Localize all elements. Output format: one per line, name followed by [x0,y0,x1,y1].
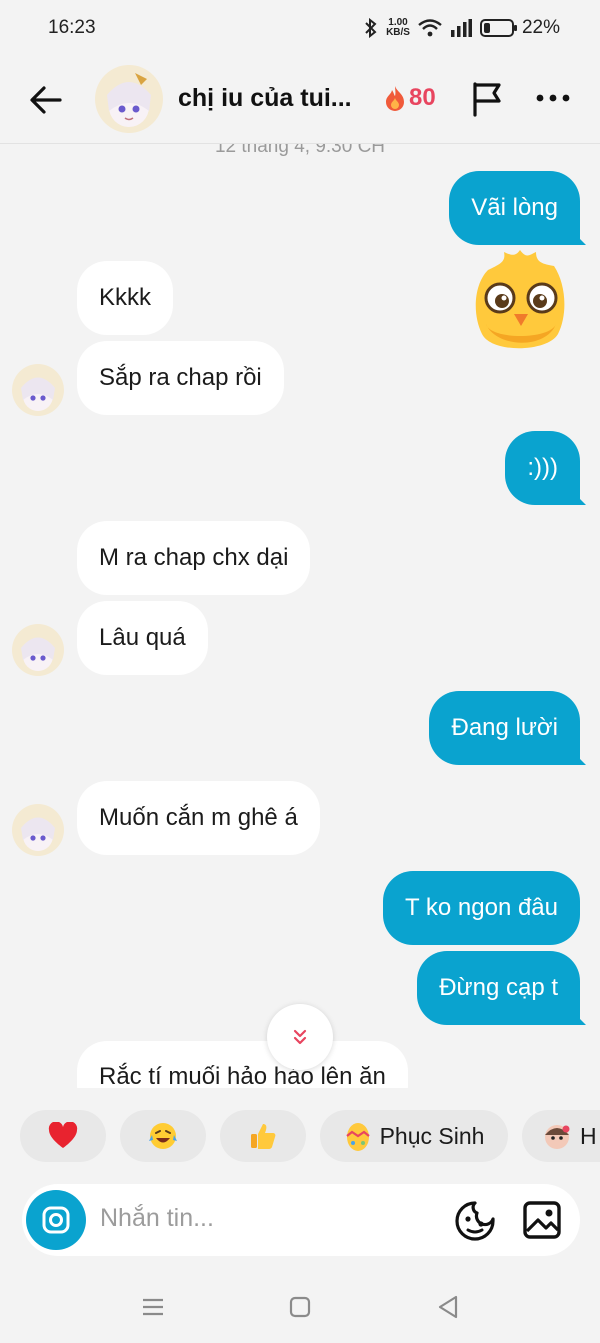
camera-button[interactable] [26,1190,86,1250]
system-navigation-bar [0,1270,600,1343]
message-timestamp: 12 tháng 4, 9:30 CH [214,144,386,157]
reaction-sticker[interactable]: H [522,1110,600,1162]
battery-icon [479,19,517,37]
double-chevron-down-icon [293,1029,307,1045]
contact-avatar[interactable] [95,65,163,133]
wifi-icon [418,19,442,37]
image-gallery-icon[interactable] [522,1200,562,1240]
streak-count: 80 [409,84,436,111]
message-input[interactable]: Nhắn tin... [100,1204,214,1233]
easter-egg-icon [345,1123,370,1151]
message-outgoing[interactable]: :))) [505,431,586,505]
quick-reaction-bar: Phục Sinh H [0,1110,600,1164]
sender-avatar[interactable] [12,364,64,416]
message-composer: Nhắn tin... [22,1184,580,1256]
sender-avatar[interactable] [12,804,64,856]
message-incoming[interactable]: Muốn cắn m ghê á [77,781,320,855]
reaction-laugh[interactable] [120,1110,206,1162]
signal-icon [450,19,472,37]
contact-name[interactable]: chị iu của tui... [178,84,352,113]
reaction-heart[interactable] [20,1110,106,1162]
home-icon[interactable] [285,1292,315,1322]
message-incoming[interactable]: Sắp ra chap rồi [77,341,284,415]
message-incoming[interactable]: Lâu quá [77,601,208,675]
laughing-emoji-icon [149,1123,177,1149]
reaction-label: Phục Sinh [379,1122,485,1149]
back-arrow-icon[interactable] [26,80,66,120]
reaction-thumbs-up[interactable] [220,1110,306,1162]
recent-apps-icon[interactable] [138,1292,168,1322]
thumbs-up-icon [251,1124,276,1149]
heart-icon [48,1122,78,1148]
avatar-image [95,65,163,133]
chat-header: chị iu của tui... 80 [0,56,600,144]
scroll-to-bottom-button[interactable] [267,1004,333,1070]
bluetooth-icon [365,18,377,38]
status-bar: 16:23 1.00 KB/S 22% [0,0,600,56]
avatar-image [12,804,64,856]
back-nav-icon[interactable] [434,1292,464,1322]
chick-sticker-icon [475,250,565,349]
sender-avatar[interactable] [12,624,64,676]
status-time: 16:23 [48,17,96,38]
streak-badge: 80 [383,84,436,112]
avatar-image [12,624,64,676]
reaction-easter[interactable]: Phục Sinh [320,1110,508,1162]
battery-percent: 22% [521,17,560,38]
reaction-label: H [580,1122,597,1149]
message-incoming[interactable]: M ra chap chx dại [77,521,311,595]
sticker-icon[interactable] [454,1200,496,1242]
message-incoming[interactable]: Rắc tí muối hảo hảo lên ăn [77,1041,408,1088]
message-incoming[interactable]: Kkkk [77,261,174,335]
message-list[interactable]: 12 tháng 4, 9:30 CH Vãi lòng Kkkk Sắp ra… [0,144,600,1088]
message-outgoing[interactable]: Vãi lòng [449,171,586,245]
network-speed: 1.00 KB/S [386,17,410,38]
camera-icon [42,1206,70,1234]
flag-icon[interactable] [468,80,506,118]
avatar-image [12,364,64,416]
sticker-face-icon [545,1125,570,1149]
more-options-icon[interactable] [532,82,574,114]
sticker-message[interactable] [466,244,574,362]
fire-icon [386,86,404,111]
status-icons: 1.00 KB/S 22% [364,17,560,39]
message-outgoing[interactable]: Đang lười [429,691,586,765]
message-outgoing[interactable]: T ko ngon đâu [382,871,580,945]
message-outgoing[interactable]: Đừng cạp t [417,951,586,1025]
